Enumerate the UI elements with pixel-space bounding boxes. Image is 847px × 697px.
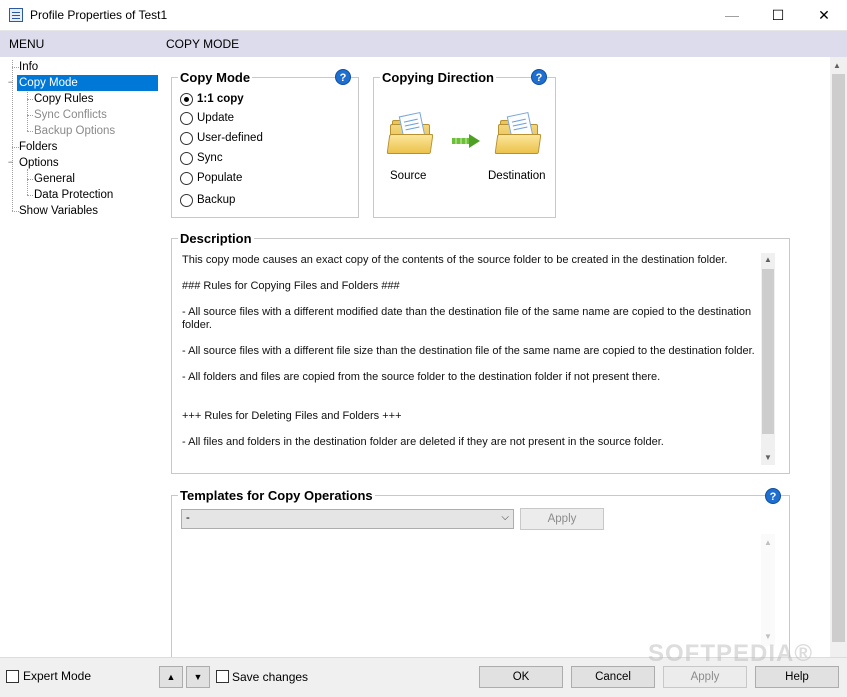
radio-button[interactable] bbox=[180, 93, 193, 106]
collapse-options-icon[interactable]: − bbox=[6, 158, 15, 168]
description-paragraph: - All source files with a different modi… bbox=[182, 306, 752, 331]
radio-label: 1:1 copy bbox=[197, 93, 244, 105]
description-paragraph: - All folders and files are copied from … bbox=[182, 371, 661, 383]
main-scrollbar[interactable]: ▲ bbox=[830, 57, 847, 657]
arrow-right-icon bbox=[452, 134, 482, 148]
source-label: Source bbox=[390, 170, 427, 182]
description-scrollbar[interactable]: ▲ ▼ bbox=[761, 253, 775, 465]
radio-button[interactable] bbox=[180, 132, 193, 145]
collapse-copy-mode-icon[interactable]: − bbox=[6, 78, 15, 88]
apply-button[interactable]: Apply bbox=[663, 666, 747, 688]
source-folder-icon bbox=[386, 111, 434, 156]
templates-title: Templates for Copy Operations bbox=[178, 488, 375, 503]
tree-item-show-variables[interactable]: Show Variables bbox=[17, 203, 100, 219]
copying-direction-help-icon[interactable]: ? bbox=[531, 69, 547, 85]
description-paragraph: - All files and folders in the destinati… bbox=[182, 436, 664, 448]
destination-folder-icon bbox=[494, 111, 542, 156]
scroll-thumb[interactable] bbox=[762, 269, 774, 434]
tree-connector bbox=[27, 169, 28, 195]
tree-item-data-protection[interactable]: Data Protection bbox=[32, 187, 115, 203]
move-down-button[interactable]: ▼ bbox=[186, 666, 210, 688]
radio-label: Update bbox=[197, 112, 235, 124]
copy-mode-help-icon[interactable]: ? bbox=[335, 69, 351, 85]
save-changes-checkbox[interactable] bbox=[216, 670, 229, 683]
tree-item-folders[interactable]: Folders bbox=[17, 139, 59, 155]
ok-button[interactable]: OK bbox=[479, 666, 563, 688]
tree-item-backup-options[interactable]: Backup Options bbox=[32, 123, 117, 139]
tree-item-info[interactable]: Info bbox=[17, 59, 40, 75]
radio-label: Populate bbox=[197, 172, 243, 184]
navigation-tree: − − Info Copy Mode Copy Rules Sync Confl… bbox=[0, 57, 160, 657]
header-bar: MENU COPY MODE bbox=[0, 31, 847, 57]
description-paragraph: +++ Rules for Deleting Files and Folders… bbox=[182, 410, 402, 422]
tree-item-copy-rules[interactable]: Copy Rules bbox=[32, 91, 95, 107]
window-title: Profile Properties of Test1 bbox=[30, 8, 168, 22]
radio-label: Sync bbox=[197, 152, 223, 164]
cancel-button[interactable]: Cancel bbox=[571, 666, 655, 688]
radio-button[interactable] bbox=[180, 112, 193, 125]
tree-item-options[interactable]: Options bbox=[17, 155, 61, 171]
expert-mode-label: Expert Mode bbox=[23, 669, 92, 683]
description-paragraph: - All source files with a different file… bbox=[182, 345, 755, 357]
tree-item-general[interactable]: General bbox=[32, 171, 77, 187]
templates-scrollbar[interactable]: ▲ ▼ bbox=[761, 534, 775, 646]
description-group: Description This copy mode causes an exa… bbox=[171, 231, 790, 474]
copying-direction-title: Copying Direction bbox=[380, 70, 496, 85]
title-bar: Profile Properties of Test1 — ☐ ✕ bbox=[0, 0, 847, 31]
radio-label: User-defined bbox=[197, 132, 263, 144]
help-button[interactable]: Help bbox=[755, 666, 839, 688]
scroll-up-icon[interactable]: ▲ bbox=[761, 536, 775, 550]
app-icon bbox=[9, 8, 23, 22]
main-scroll-thumb[interactable] bbox=[832, 74, 845, 642]
tree-item-sync-conflicts[interactable]: Sync Conflicts bbox=[32, 107, 109, 123]
section-heading: COPY MODE bbox=[166, 37, 240, 51]
templates-help-icon[interactable]: ? bbox=[765, 488, 781, 504]
destination-label: Destination bbox=[488, 170, 546, 182]
close-button[interactable]: ✕ bbox=[801, 0, 847, 31]
chevron-down-icon[interactable]: ⌵ bbox=[501, 512, 509, 523]
description-title: Description bbox=[178, 231, 254, 246]
radio-button[interactable] bbox=[180, 194, 193, 207]
softpedia-watermark: SOFTPEDIA® bbox=[648, 640, 814, 667]
scroll-up-icon[interactable]: ▲ bbox=[761, 253, 775, 267]
move-up-button[interactable]: ▲ bbox=[159, 666, 183, 688]
templates-dropdown[interactable]: - ⌵ bbox=[181, 509, 514, 529]
description-paragraph: ### Rules for Copying Files and Folders … bbox=[182, 280, 400, 292]
maximize-button[interactable]: ☐ bbox=[755, 0, 801, 31]
minimize-button[interactable]: — bbox=[709, 0, 755, 31]
templates-dropdown-value: - bbox=[186, 512, 190, 524]
templates-apply-button[interactable]: Apply bbox=[520, 508, 604, 530]
save-changes-label: Save changes bbox=[232, 670, 309, 684]
copying-direction-group: Copying Direction ? Source Destination bbox=[373, 69, 556, 218]
description-paragraph: This copy mode causes an exact copy of t… bbox=[182, 254, 728, 266]
radio-button[interactable] bbox=[180, 172, 193, 185]
tree-connector bbox=[27, 89, 28, 131]
radio-button[interactable] bbox=[180, 152, 193, 165]
tree-item-copy-mode[interactable]: Copy Mode bbox=[17, 75, 158, 91]
scroll-up-icon[interactable]: ▲ bbox=[833, 61, 841, 70]
expert-mode-checkbox[interactable] bbox=[6, 670, 19, 683]
copy-mode-group: Copy Mode ? 1:1 copy Update User-defined… bbox=[171, 69, 359, 218]
menu-heading: MENU bbox=[9, 37, 45, 51]
radio-label: Backup bbox=[197, 194, 236, 206]
copy-mode-title: Copy Mode bbox=[178, 70, 253, 85]
scroll-down-icon[interactable]: ▼ bbox=[761, 451, 775, 465]
